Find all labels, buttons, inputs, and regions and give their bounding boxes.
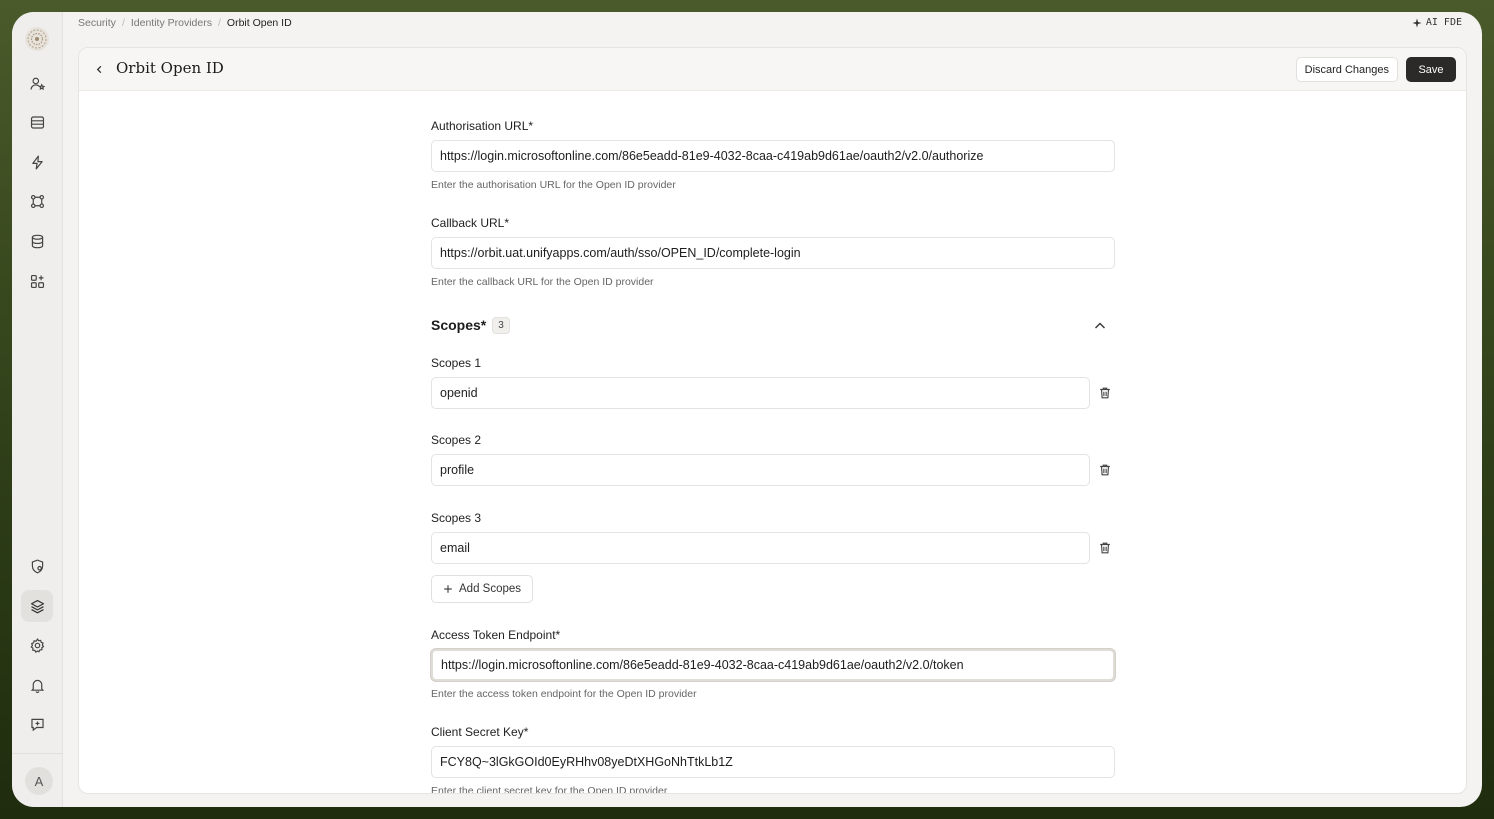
save-button[interactable]: Save bbox=[1406, 57, 1456, 82]
delete-scope-1-button[interactable] bbox=[1097, 385, 1113, 401]
callback-url-hint: Enter the callback URL for the Open ID p… bbox=[431, 276, 654, 288]
layers-icon[interactable] bbox=[21, 590, 53, 622]
app-window: A Security / Identity Providers / Orbit … bbox=[12, 12, 1482, 807]
main-card: Orbit Open ID Discard Changes Save Autho… bbox=[78, 47, 1467, 794]
callback-url-input[interactable]: https://orbit.uat.unifyapps.com/auth/sso… bbox=[431, 237, 1115, 269]
scopes-title: Scopes* bbox=[431, 317, 487, 333]
breadcrumb-identity-providers[interactable]: Identity Providers bbox=[131, 17, 212, 29]
token-endpoint-label: Access Token Endpoint* bbox=[431, 628, 561, 642]
scope-3-input[interactable]: email bbox=[431, 532, 1090, 564]
workflow-icon[interactable] bbox=[21, 185, 53, 217]
breadcrumb-separator: / bbox=[217, 17, 221, 29]
trash-icon bbox=[1100, 542, 1110, 554]
client-secret-hint: Enter the client secret key for the Open… bbox=[431, 785, 668, 794]
breadcrumb: Security / Identity Providers / Orbit Op… bbox=[78, 17, 292, 29]
page-title: Orbit Open ID bbox=[116, 59, 224, 77]
scope-1-input[interactable]: openid bbox=[431, 377, 1090, 409]
token-endpoint-input[interactable]: https://login.microsoftonline.com/86e5ea… bbox=[431, 649, 1115, 681]
users-icon[interactable] bbox=[21, 67, 53, 99]
apps-icon[interactable] bbox=[21, 265, 53, 297]
lightning-icon[interactable] bbox=[21, 146, 53, 178]
breadcrumb-separator: / bbox=[121, 17, 125, 29]
topbar: Security / Identity Providers / Orbit Op… bbox=[63, 12, 1482, 36]
plus-icon bbox=[444, 585, 452, 593]
ai-fde-label: AI FDE bbox=[1425, 17, 1462, 28]
chevron-up-icon bbox=[1095, 322, 1105, 329]
client-secret-input[interactable]: FCY8Q~3lGkGOId0EyRHhv08yeDtXHGoNhTtkLb1Z bbox=[431, 746, 1115, 778]
sidebar: A bbox=[12, 12, 63, 807]
database-icon[interactable] bbox=[21, 225, 53, 257]
auth-url-hint: Enter the authorisation URL for the Open… bbox=[431, 179, 676, 191]
shield-icon[interactable] bbox=[21, 550, 53, 582]
client-secret-label: Client Secret Key* bbox=[431, 725, 529, 739]
discard-changes-button[interactable]: Discard Changes bbox=[1295, 57, 1398, 82]
delete-scope-3-button[interactable] bbox=[1097, 540, 1113, 556]
scope-2-label: Scopes 2 bbox=[431, 433, 482, 447]
sidebar-divider bbox=[12, 753, 63, 754]
inbox-icon[interactable] bbox=[21, 106, 53, 138]
add-scopes-button[interactable]: Add Scopes bbox=[431, 575, 534, 603]
token-endpoint-hint: Enter the access token endpoint for the … bbox=[431, 688, 697, 700]
breadcrumb-current: Orbit Open ID bbox=[226, 17, 292, 29]
scope-3-label: Scopes 3 bbox=[431, 511, 482, 525]
auth-url-label: Authorisation URL* bbox=[431, 119, 534, 133]
breadcrumb-security[interactable]: Security bbox=[78, 17, 116, 29]
callback-url-label: Callback URL* bbox=[431, 216, 510, 230]
collapse-scopes-button[interactable] bbox=[1092, 318, 1108, 334]
scopes-count-badge: 3 bbox=[492, 317, 510, 334]
trash-icon bbox=[1100, 464, 1110, 476]
sparkle-icon bbox=[1412, 17, 1422, 28]
scope-1-label: Scopes 1 bbox=[431, 356, 482, 370]
trash-icon bbox=[1100, 387, 1110, 399]
chat-icon[interactable] bbox=[21, 708, 53, 740]
ai-fde-button[interactable]: AI FDE bbox=[1412, 17, 1462, 28]
card-header: Orbit Open ID Discard Changes Save bbox=[79, 48, 1466, 91]
avatar[interactable]: A bbox=[25, 767, 53, 795]
scope-2-input[interactable]: profile bbox=[431, 454, 1090, 486]
delete-scope-2-button[interactable] bbox=[1097, 462, 1113, 478]
app-logo[interactable] bbox=[24, 26, 50, 52]
chevron-left-icon bbox=[96, 65, 101, 73]
add-scopes-label: Add Scopes bbox=[459, 583, 522, 595]
auth-url-input[interactable]: https://login.microsoftonline.com/86e5ea… bbox=[431, 140, 1115, 172]
gear-icon[interactable] bbox=[21, 629, 53, 661]
bell-icon[interactable] bbox=[21, 669, 53, 701]
back-button[interactable] bbox=[90, 60, 108, 78]
